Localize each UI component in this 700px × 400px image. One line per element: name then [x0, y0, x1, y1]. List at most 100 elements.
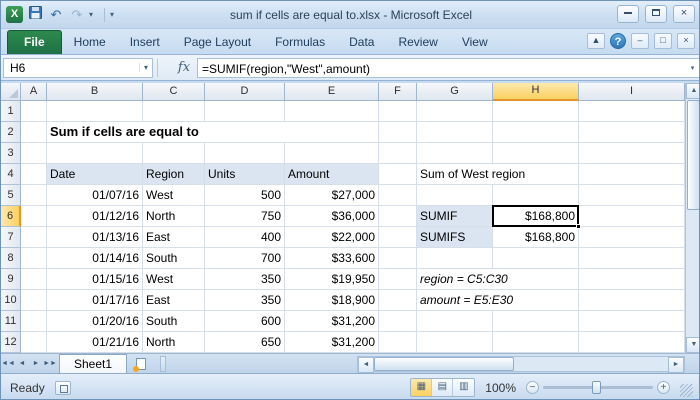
tab-insert[interactable]: Insert	[118, 31, 172, 54]
cell[interactable]	[579, 143, 685, 164]
cell[interactable]	[285, 101, 379, 122]
row-header-3[interactable]: 3	[1, 143, 21, 164]
first-sheet-icon[interactable]: ◄◄	[1, 356, 15, 372]
cell-units[interactable]: 600	[205, 311, 285, 332]
cell-region[interactable]: East	[143, 227, 205, 248]
cell[interactable]	[21, 206, 47, 227]
cell[interactable]	[21, 332, 47, 353]
cell[interactable]	[493, 185, 579, 206]
cell[interactable]	[417, 311, 493, 332]
name-box[interactable]: H6 ▾	[3, 58, 153, 78]
column-header-c[interactable]: C	[143, 83, 205, 101]
tab-review[interactable]: Review	[386, 31, 449, 54]
sumif-label-cell[interactable]: SUMIF	[417, 206, 493, 227]
row-header-8[interactable]: 8	[1, 248, 21, 269]
cell[interactable]	[579, 185, 685, 206]
scroll-right-icon[interactable]: ►	[668, 357, 684, 373]
cell-units[interactable]: 350	[205, 269, 285, 290]
cell[interactable]	[379, 122, 417, 143]
cell-region[interactable]: West	[143, 269, 205, 290]
fill-handle[interactable]	[576, 224, 581, 229]
cell-amount[interactable]: $36,000	[285, 206, 379, 227]
cell[interactable]	[285, 143, 379, 164]
zoom-slider-track[interactable]	[543, 386, 653, 389]
macro-record-icon[interactable]	[55, 381, 71, 395]
row-header-6[interactable]: 6	[1, 206, 21, 227]
close-button[interactable]: ×	[673, 5, 695, 23]
horizontal-scrollbar-thumb[interactable]	[374, 357, 514, 371]
cell-region[interactable]: South	[143, 311, 205, 332]
column-header-i[interactable]: I	[579, 83, 685, 101]
note-amount-range[interactable]: amount = E5:E30	[417, 290, 579, 311]
note-region-range[interactable]: region = C5:C30	[417, 269, 579, 290]
cell[interactable]	[205, 101, 285, 122]
help-icon[interactable]: ?	[610, 33, 626, 49]
cell[interactable]	[579, 311, 685, 332]
row-header-7[interactable]: 7	[1, 227, 21, 248]
cell[interactable]	[417, 122, 493, 143]
cell[interactable]	[21, 248, 47, 269]
cell[interactable]	[379, 290, 417, 311]
cell-date[interactable]: 01/17/16	[47, 290, 143, 311]
cell[interactable]	[417, 248, 493, 269]
column-header-d[interactable]: D	[205, 83, 285, 101]
name-box-dropdown-icon[interactable]: ▾	[139, 63, 152, 72]
page-layout-view-icon[interactable]: ▤	[432, 379, 453, 396]
vertical-scrollbar[interactable]: ▲ ▼	[685, 83, 700, 353]
cell[interactable]	[21, 122, 47, 143]
cell[interactable]	[379, 164, 417, 185]
cell[interactable]	[379, 332, 417, 353]
cell[interactable]	[21, 143, 47, 164]
cell[interactable]	[379, 311, 417, 332]
cell-amount[interactable]: $31,200	[285, 332, 379, 353]
insert-worksheet-icon[interactable]	[130, 356, 152, 372]
insert-function-button[interactable]: fx	[171, 60, 197, 75]
cell-units[interactable]: 400	[205, 227, 285, 248]
row-header-11[interactable]: 11	[1, 311, 21, 332]
cell[interactable]	[579, 269, 685, 290]
zoom-out-icon[interactable]: −	[526, 381, 539, 394]
minimize-ribbon-icon[interactable]: ▲	[587, 33, 605, 49]
cell[interactable]	[493, 143, 579, 164]
cell[interactable]	[579, 206, 685, 227]
cell[interactable]	[205, 143, 285, 164]
cell-date[interactable]: 01/13/16	[47, 227, 143, 248]
scroll-down-icon[interactable]: ▼	[686, 337, 700, 353]
row-header-9[interactable]: 9	[1, 269, 21, 290]
cell-date[interactable]: 01/12/16	[47, 206, 143, 227]
page-break-view-icon[interactable]: ▥	[453, 379, 474, 396]
tab-home[interactable]: Home	[62, 31, 118, 54]
horizontal-scrollbar[interactable]: ◄ ►	[357, 356, 685, 372]
cell[interactable]	[579, 290, 685, 311]
cell[interactable]	[579, 332, 685, 353]
row-header-4[interactable]: 4	[1, 164, 21, 185]
previous-sheet-icon[interactable]: ◄	[15, 356, 29, 372]
formula-input[interactable]: =SUMIF(region,"West",amount)	[197, 58, 685, 78]
column-header-h[interactable]: H	[493, 83, 579, 101]
restore-button[interactable]	[645, 5, 667, 23]
cell[interactable]	[417, 185, 493, 206]
cell[interactable]	[579, 248, 685, 269]
save-icon[interactable]	[26, 6, 44, 24]
table-header-region[interactable]: Region	[143, 164, 205, 185]
selected-cell-h6[interactable]: $168,800	[493, 206, 579, 227]
cell[interactable]	[417, 143, 493, 164]
zoom-in-icon[interactable]: +	[657, 381, 670, 394]
cell[interactable]	[21, 164, 47, 185]
zoom-slider-thumb[interactable]	[592, 381, 601, 394]
table-header-date[interactable]: Date	[47, 164, 143, 185]
cell[interactable]	[143, 101, 205, 122]
redo-dropdown-icon[interactable]: ▾	[89, 10, 99, 19]
resize-grip[interactable]	[680, 384, 693, 397]
column-header-f[interactable]: F	[379, 83, 417, 101]
cell[interactable]	[21, 269, 47, 290]
cell[interactable]	[21, 101, 47, 122]
cell[interactable]	[493, 311, 579, 332]
tab-splitter-handle[interactable]	[160, 356, 166, 372]
row-header-10[interactable]: 10	[1, 290, 21, 311]
undo-icon[interactable]: ↶	[47, 6, 65, 24]
cell-date[interactable]: 01/07/16	[47, 185, 143, 206]
cell-units[interactable]: 700	[205, 248, 285, 269]
cell[interactable]	[143, 143, 205, 164]
cell-amount[interactable]: $22,000	[285, 227, 379, 248]
